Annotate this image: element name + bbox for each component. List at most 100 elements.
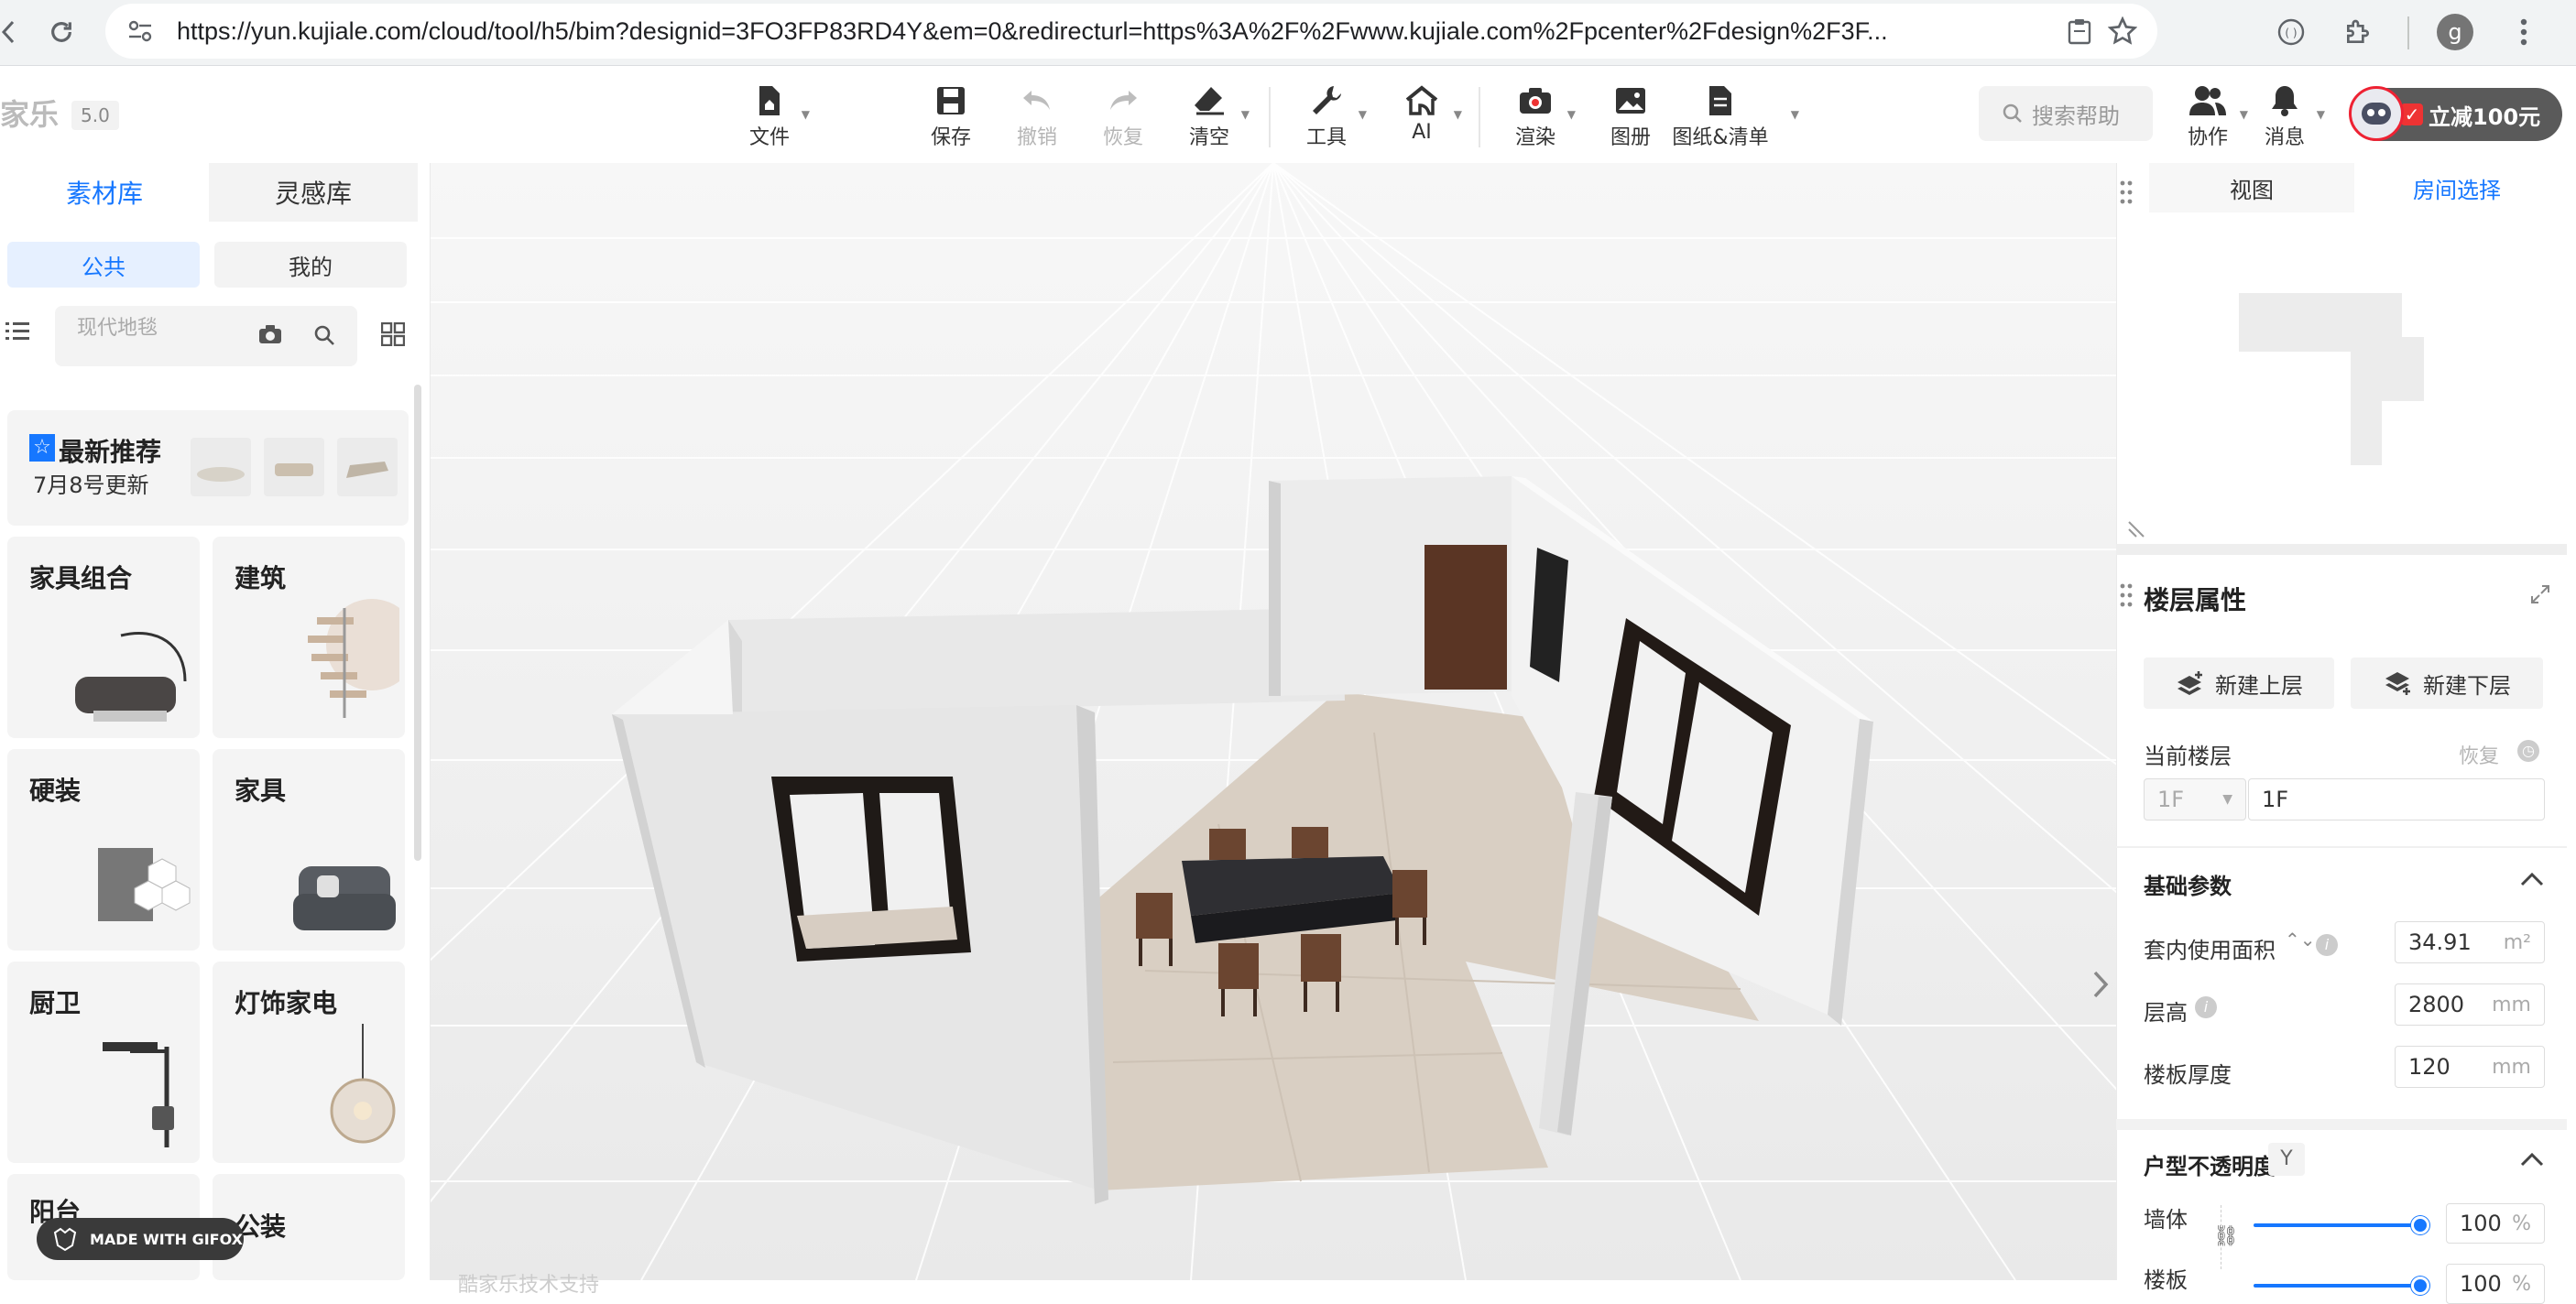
3d-viewport[interactable] (431, 163, 2116, 1280)
category-title: 建筑 (235, 563, 287, 593)
bookmark-star-icon[interactable] (2104, 13, 2141, 49)
redo-icon (1107, 81, 1140, 121)
chevron-up-icon[interactable] (2519, 870, 2545, 888)
toolbar-label: 图纸&清单 (1672, 126, 1769, 149)
toolbar-separator (1269, 87, 1271, 147)
area-input[interactable]: 34.91 m² (2395, 921, 2545, 963)
opacity-toggle-badge[interactable]: Y (2268, 1143, 2305, 1176)
tab-room-select[interactable]: 房间选择 (2354, 163, 2560, 212)
toolbar-redo-button[interactable]: 恢复 (1086, 81, 1160, 154)
category-title: 家具 (235, 776, 287, 806)
recommend-thumbnail (264, 438, 324, 496)
floor-name-value: 1F (2262, 787, 2289, 812)
site-settings-icon[interactable] (127, 19, 153, 43)
clock-icon: ◷ (2517, 740, 2539, 762)
category-card[interactable]: 家具 (213, 749, 405, 951)
address-bar[interactable]: https://yun.kujiale.com/cloud/tool/h5/bi… (105, 4, 2157, 59)
category-card[interactable]: 灯饰家电 (213, 962, 405, 1163)
slab-thickness-input[interactable]: 120 mm (2395, 1046, 2545, 1088)
wall-opacity-input[interactable]: 100 % (2446, 1203, 2545, 1244)
toolbar-separator (1479, 87, 1480, 147)
expand-icon[interactable] (2530, 584, 2550, 604)
floor-select-value: 1F (2157, 787, 2185, 812)
category-card[interactable]: 家具组合 (7, 537, 200, 738)
slab-thickness-label: 楼板厚度 (2144, 1062, 2232, 1088)
minimap-resize-bar[interactable] (2116, 544, 2567, 555)
slab-opacity-input[interactable]: 100 % (2446, 1264, 2545, 1304)
toolbar-clear-button[interactable]: 清空 ▼ (1173, 81, 1250, 154)
toolbar-tools-button[interactable]: 工具 ▼ (1290, 81, 1367, 154)
tab-inspiration-library[interactable]: 灵感库 (209, 163, 418, 222)
search-help-input[interactable]: 搜索帮助 (1979, 86, 2153, 141)
category-card[interactable]: 公装 (213, 1174, 405, 1280)
chevron-up-icon[interactable] (2519, 1150, 2545, 1168)
new-lower-floor-button[interactable]: 新建下层 (2351, 657, 2543, 709)
material-search-input[interactable]: 现代地毯 (55, 306, 357, 366)
pendant-lamp-image (330, 1024, 396, 1144)
chevron-down-icon: ▼ (1566, 108, 1576, 121)
opacity-title: 户型不透明度 (2144, 1154, 2276, 1179)
chevron-down-icon: ▼ (1453, 108, 1462, 121)
toolbar-ai-button[interactable]: AI ▼ (1385, 81, 1462, 154)
robot-avatar-icon[interactable] (2349, 86, 2404, 141)
browser-toolbar: https://yun.kujiale.com/cloud/tool/h5/bi… (0, 0, 2576, 66)
floor-name-input[interactable]: 1F (2248, 778, 2545, 820)
area-unit: m² (2503, 930, 2531, 954)
search-icon[interactable] (313, 324, 335, 346)
link-icon[interactable]: ⛓ (2213, 1225, 2239, 1248)
toolbar-save-button[interactable]: 保存 (914, 81, 988, 154)
room-3d-scene (431, 163, 2116, 1280)
segment-mine[interactable]: 我的 (214, 242, 407, 288)
category-title: 家具组合 (29, 563, 133, 593)
toolbar-file-button[interactable]: 文件 ▼ (733, 81, 810, 154)
toolbar-label: 撤销 (1016, 126, 1057, 149)
percent-unit: % (2512, 1272, 2531, 1296)
toolbar-drawing-button[interactable]: 图纸&清单 ▼ (1665, 81, 1799, 154)
new-upper-floor-button[interactable]: 新建上层 (2144, 657, 2334, 709)
toolbar-label: 恢复 (1102, 126, 1143, 149)
reload-icon[interactable] (38, 9, 84, 55)
restore-link[interactable]: 恢复 (2459, 740, 2499, 769)
toolbar-render-button[interactable]: 渲染 ▼ (1499, 81, 1576, 154)
slider-knob[interactable] (2411, 1216, 2429, 1234)
messages-button[interactable]: 消息 ▼ (2248, 81, 2325, 154)
checkmark-icon: ✓ (2401, 103, 2423, 125)
height-input[interactable]: 2800 mm (2395, 983, 2545, 1026)
info-icon[interactable]: i (2195, 996, 2217, 1018)
collaboration-button[interactable]: 协作 ▼ (2171, 81, 2248, 154)
toolbar-undo-button[interactable]: 撤销 (1000, 81, 1074, 154)
clipboard-icon[interactable] (2061, 13, 2098, 49)
camera-search-icon[interactable] (258, 324, 282, 344)
app-logo: 家乐 (0, 97, 60, 132)
sort-toggle-icon[interactable]: ⌃⌄ (2285, 929, 2316, 951)
toolbar-label: AI (1412, 121, 1432, 144)
drag-handle-icon[interactable] (2120, 179, 2133, 205)
slab-opacity-slider[interactable] (2254, 1277, 2429, 1295)
tab-view[interactable]: 视图 (2149, 163, 2354, 212)
floor-select[interactable]: 1F ▼ (2144, 778, 2246, 820)
chrome-menu-icon[interactable] (2501, 9, 2547, 55)
category-card[interactable]: 硬装 (7, 749, 200, 951)
url-text[interactable]: https://yun.kujiale.com/cloud/tool/h5/bi… (177, 13, 2046, 49)
grid-view-icon[interactable] (381, 322, 405, 346)
chevron-down-icon: ▼ (1358, 108, 1367, 121)
category-card[interactable]: 建筑 (213, 537, 405, 738)
right-panel-collapse-arrow-icon[interactable] (2085, 952, 2116, 1016)
promo-label: 立减100元 (2429, 103, 2541, 130)
tab-material-library[interactable]: 素材库 (0, 163, 209, 222)
extension-ai-icon[interactable]: ( ) (2268, 9, 2314, 55)
latest-recommend-card[interactable]: ☆ 最新推荐 7月8号更新 (7, 410, 409, 526)
segment-public[interactable]: 公共 (7, 242, 200, 288)
info-icon[interactable]: i (2316, 934, 2338, 956)
profile-avatar[interactable]: g (2432, 9, 2478, 55)
slider-knob[interactable] (2411, 1277, 2429, 1295)
wall-opacity-slider[interactable] (2254, 1216, 2429, 1234)
drag-handle-icon[interactable] (2120, 582, 2133, 608)
left-panel-scrollbar[interactable] (414, 385, 421, 861)
toolbar-album-button[interactable]: 图册 (1594, 81, 1667, 154)
back-arrow-icon[interactable] (0, 18, 15, 46)
extensions-puzzle-icon[interactable] (2335, 9, 2381, 55)
category-card[interactable]: 厨卫 (7, 962, 200, 1163)
floorplan-minimap[interactable] (2122, 212, 2561, 544)
list-view-icon[interactable] (5, 321, 31, 342)
